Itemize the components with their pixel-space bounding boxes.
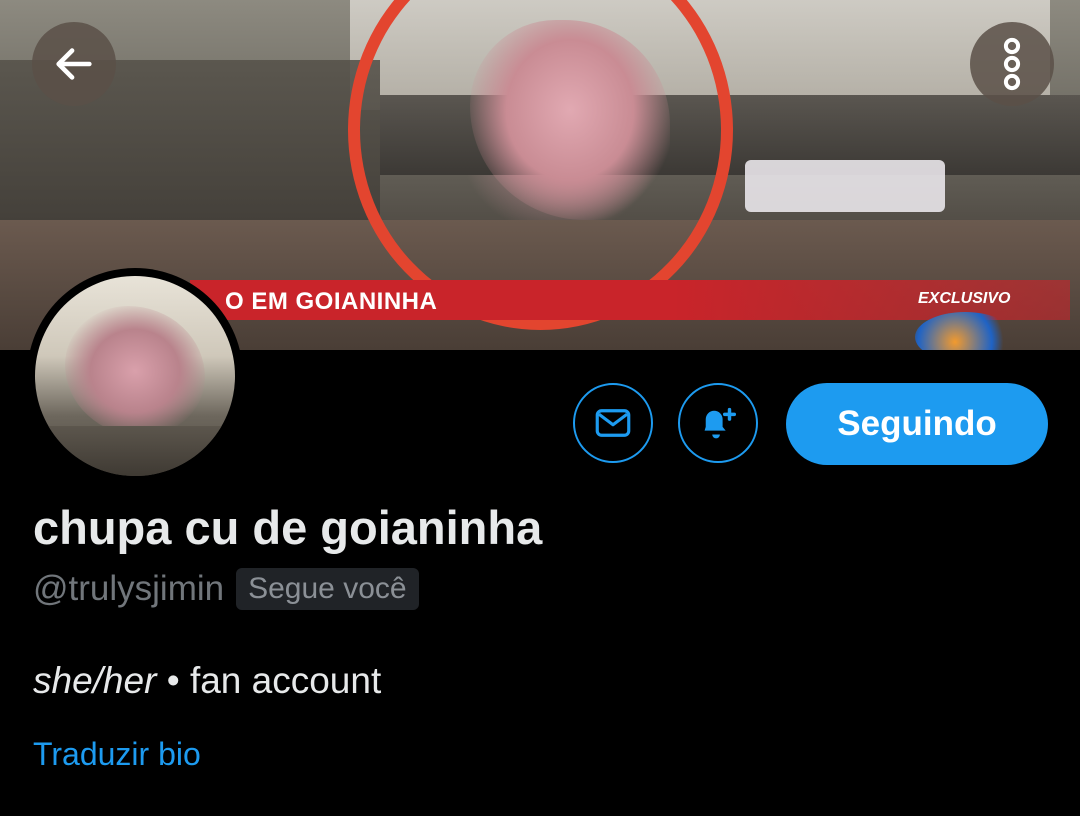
bio-text: fan account	[189, 660, 382, 701]
bio-separator: •	[156, 660, 190, 701]
follows-you-badge: Segue você	[236, 568, 419, 610]
banner-caption: O EM GOIANINHA	[225, 288, 438, 315]
banner-laundry	[745, 160, 945, 212]
handle-row: @trulysjimin Segue você	[33, 568, 419, 610]
display-name: chupa cu de goianinha	[33, 501, 543, 554]
notifications-button[interactable]	[678, 383, 758, 463]
avatar-image	[35, 276, 235, 476]
mail-icon	[595, 409, 631, 437]
banner-exclusive-tag: EXCLUSIVO	[918, 290, 1011, 307]
avatar[interactable]	[27, 268, 243, 484]
bio-pronouns: she/her	[33, 660, 157, 701]
avatar-floor	[35, 426, 235, 476]
username: @trulysjimin	[33, 569, 225, 608]
more-options-button[interactable]	[970, 22, 1054, 106]
bell-plus-icon	[704, 407, 737, 439]
arrow-left-icon	[56, 48, 92, 80]
more-vertical-icon	[1003, 37, 1021, 91]
avatar-figure	[65, 306, 205, 436]
message-button[interactable]	[573, 383, 653, 463]
following-button[interactable]: Seguindo	[786, 383, 1048, 465]
translate-bio-link[interactable]: Traduzir bio	[33, 736, 201, 773]
back-button[interactable]	[32, 22, 116, 106]
bio: she/her • fan account	[33, 660, 381, 702]
